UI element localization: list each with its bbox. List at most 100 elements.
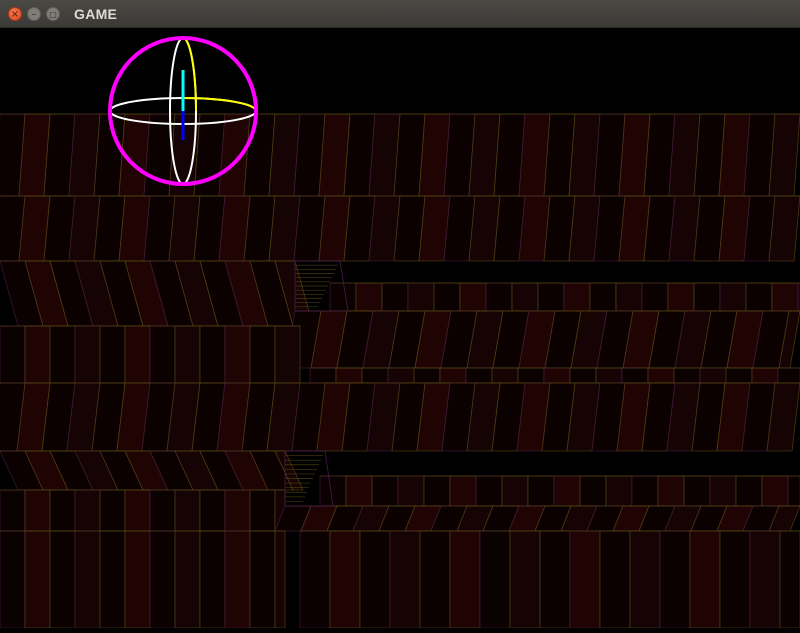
floor-tile xyxy=(381,282,409,312)
floor-tile xyxy=(423,475,451,507)
floor-tile xyxy=(589,282,617,312)
floor-tile xyxy=(124,325,151,384)
floor-tile xyxy=(449,475,477,507)
floor-tile xyxy=(735,475,763,507)
floor-tiles xyxy=(0,113,800,629)
game-viewport[interactable] xyxy=(0,28,800,629)
floor-tile xyxy=(99,325,126,384)
floor-tile xyxy=(387,367,415,384)
window-title: GAME xyxy=(74,6,118,22)
floor-tile xyxy=(274,325,301,384)
floor-tile xyxy=(537,282,565,312)
floor-tile xyxy=(659,530,691,629)
floor-tile xyxy=(749,530,781,629)
floor-tile xyxy=(563,282,591,312)
floor-tile xyxy=(699,367,727,384)
floor-tile xyxy=(149,489,176,532)
floor-tile xyxy=(745,282,773,312)
floor-tile xyxy=(174,530,201,629)
floor-tile xyxy=(511,282,539,312)
floor-tile xyxy=(249,489,276,532)
floor-tile xyxy=(449,530,481,629)
floor-tile xyxy=(657,475,685,507)
floor-tile xyxy=(124,489,151,532)
floor-tile xyxy=(329,530,361,629)
floor-tile xyxy=(124,530,151,629)
floor-tile xyxy=(517,367,545,384)
floor-tile xyxy=(787,475,800,507)
floor-tile xyxy=(459,282,487,312)
floor-tile xyxy=(579,475,607,507)
floor-tile xyxy=(24,489,51,532)
floor-tile xyxy=(99,489,126,532)
floor-tile xyxy=(345,475,373,507)
floor-tile xyxy=(249,325,276,384)
floor-tile xyxy=(647,367,675,384)
floor-tile xyxy=(359,530,391,629)
floor-tile xyxy=(335,367,363,384)
floor-tile xyxy=(413,367,441,384)
floor-tile xyxy=(527,475,555,507)
floor-tile xyxy=(779,530,800,629)
floor-tile xyxy=(543,367,571,384)
floor-tile xyxy=(719,282,747,312)
floor-tile xyxy=(485,282,513,312)
floor-tile xyxy=(49,489,76,532)
floor-tile xyxy=(319,475,347,507)
floor-tile xyxy=(74,325,101,384)
floor-tile xyxy=(329,282,357,312)
floor-tile xyxy=(605,475,633,507)
floor-tile xyxy=(771,282,799,312)
floor-tile xyxy=(761,475,789,507)
floor-tile xyxy=(0,489,26,532)
game-scene xyxy=(0,28,800,629)
floor-tile xyxy=(667,282,695,312)
floor-tile xyxy=(174,325,201,384)
floor-tile xyxy=(539,530,571,629)
floor-tile xyxy=(174,489,201,532)
maximize-icon[interactable]: □ xyxy=(46,7,60,21)
floor-tile xyxy=(725,367,753,384)
floor-tile xyxy=(99,530,126,629)
floor-tile xyxy=(24,325,51,384)
floor-tile xyxy=(709,475,737,507)
floor-tile xyxy=(595,367,623,384)
floor-tile xyxy=(719,530,751,629)
floor-tile xyxy=(777,367,800,384)
floor-tile xyxy=(673,367,701,384)
floor-tile xyxy=(419,530,451,629)
floor-tile xyxy=(389,530,421,629)
floor-tile xyxy=(397,475,425,507)
floor-tile xyxy=(439,367,467,384)
floor-tile xyxy=(501,475,529,507)
window-titlebar[interactable]: × – □ GAME xyxy=(0,0,800,28)
floor-tile xyxy=(433,282,461,312)
floor-tile xyxy=(509,530,541,629)
floor-tile xyxy=(149,530,176,629)
floor-tile xyxy=(224,489,251,532)
floor-tile xyxy=(199,489,226,532)
floor-tile xyxy=(621,367,649,384)
floor-tile xyxy=(0,325,26,384)
floor-tile xyxy=(475,475,503,507)
floor-tile xyxy=(74,530,101,629)
floor-tile xyxy=(689,530,721,629)
floor-tile xyxy=(751,367,779,384)
floor-tile xyxy=(224,325,251,384)
floor-tile xyxy=(74,489,101,532)
floor-tile xyxy=(599,530,631,629)
floor-tile xyxy=(355,282,383,312)
floor-tile xyxy=(299,530,331,629)
floor-tile xyxy=(479,530,511,629)
close-icon[interactable]: × xyxy=(8,7,22,21)
floor-tile xyxy=(683,475,711,507)
floor-tile xyxy=(465,367,493,384)
floor-tile xyxy=(149,325,176,384)
minimize-icon[interactable]: – xyxy=(27,7,41,21)
floor-tile xyxy=(491,367,519,384)
floor-tile xyxy=(0,530,26,629)
floor-tile xyxy=(309,367,337,384)
floor-tile xyxy=(199,325,226,384)
floor-tile xyxy=(24,530,51,629)
floor-tile xyxy=(693,282,721,312)
